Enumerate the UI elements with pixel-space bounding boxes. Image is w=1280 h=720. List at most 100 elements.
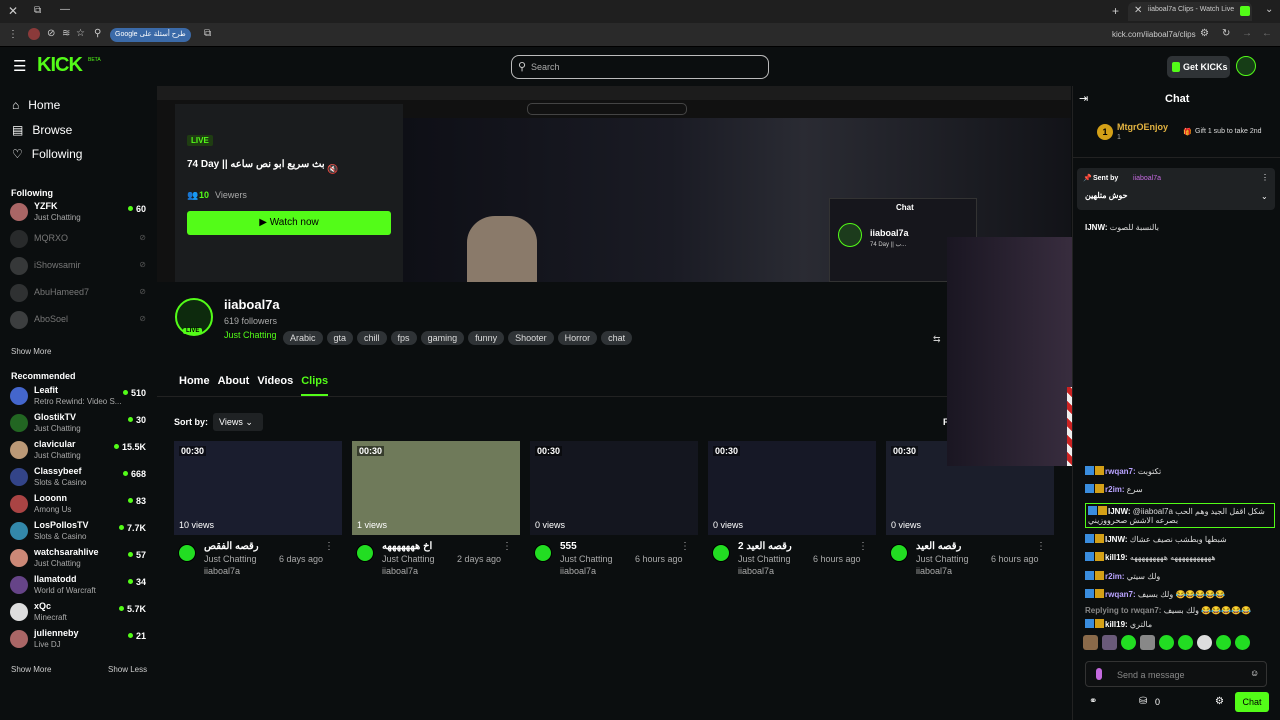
video-player[interactable]: Chat iiaboal7a 74 Day || ب... LIVE 74 Da… — [157, 86, 1071, 282]
chat-username[interactable]: r2im: — [1105, 572, 1125, 581]
url-text[interactable]: kick.com/iiaboal7a/clips — [1112, 30, 1196, 39]
clip-thumbnail[interactable]: 00:30 0 views — [708, 441, 876, 535]
get-kicks-button[interactable]: Get KICKs — [1167, 56, 1230, 78]
emote-icon[interactable] — [1102, 635, 1117, 650]
sort-dropdown[interactable]: Views ⌄ — [213, 413, 263, 431]
recommended-channel[interactable]: watchsarahlive Just Chatting 57 — [10, 546, 152, 572]
channel-category[interactable]: Just Chatting — [224, 330, 277, 340]
clip-category[interactable]: Just Chatting — [738, 554, 791, 564]
emote-icon[interactable] — [1216, 635, 1231, 650]
watch-now-button[interactable]: ▶ Watch now — [187, 211, 391, 235]
emote-icon[interactable] — [1083, 635, 1098, 650]
clip-author-avatar[interactable] — [890, 544, 908, 562]
reload-icon[interactable]: ↻ — [1222, 28, 1230, 39]
channel-tag[interactable]: funny — [468, 331, 505, 345]
minimize-icon[interactable]: — — [60, 4, 70, 15]
more-options-icon[interactable]: ⋮ — [680, 541, 690, 552]
gift-sub-text[interactable]: Gift 1 sub to take 2nd — [1195, 128, 1262, 135]
clip-card[interactable]: 00:30 1 views اخ هههههههه Just Chatting 2 da… — [352, 441, 520, 581]
back-icon[interactable]: ← — [1262, 28, 1272, 39]
extension-icon[interactable]: ⊘ — [47, 28, 55, 39]
chat-username[interactable]: IJNW: — [1108, 507, 1131, 516]
collapse-chat-icon[interactable]: ⇥ — [1079, 92, 1088, 105]
share-icon[interactable]: ⇆ — [933, 334, 941, 345]
following-channel[interactable]: MQRXO ⊘ — [10, 227, 152, 253]
channel-tag[interactable]: fps — [390, 331, 417, 345]
chat-username[interactable]: IJNW: — [1105, 535, 1128, 544]
clip-author-avatar[interactable] — [534, 544, 552, 562]
recommended-channel[interactable]: llamatodd World of Warcraft 34 — [10, 573, 152, 599]
restore-icon[interactable]: ⧉ — [34, 5, 41, 16]
mute-icon[interactable]: 🔇 — [327, 164, 338, 175]
more-options-icon[interactable]: ⋮ — [502, 541, 512, 552]
recommended-channel[interactable]: Classybeef Slots & Casino 668 — [10, 465, 152, 491]
sidebar-nav-browse[interactable]: ▤ Browse — [12, 123, 72, 137]
sidebar-nav-home[interactable]: ⌂ Home — [12, 98, 60, 112]
emote-icon[interactable] — [1121, 635, 1136, 650]
star-icon[interactable]: ☆ — [76, 28, 85, 39]
chevron-down-icon[interactable]: ⌄ — [1261, 192, 1268, 201]
channel-tag[interactable]: chat — [601, 331, 633, 345]
clip-title[interactable]: رقصه الفقص — [204, 541, 259, 552]
recommended-channel[interactable]: GlostikTV Just Chatting 30 — [10, 411, 152, 437]
emote-icon[interactable] — [1159, 635, 1174, 650]
clip-author[interactable]: iiaboal7a — [382, 566, 418, 576]
channel-tag[interactable]: Arabic — [283, 331, 323, 345]
recommended-channel[interactable]: julienneby Live DJ 21 — [10, 627, 152, 653]
emote-icon[interactable] — [1235, 635, 1250, 650]
tab-clips[interactable]: Clips — [301, 375, 329, 396]
clip-thumbnail[interactable]: 00:30 10 views — [174, 441, 342, 535]
points-icon[interactable]: ⚭ — [1089, 696, 1097, 707]
gear-icon[interactable]: ⚙ — [1215, 696, 1224, 707]
clip-title[interactable]: رقصه العيد — [916, 541, 961, 552]
forward-icon[interactable]: → — [1242, 28, 1252, 39]
kick-logo[interactable]: KICK — [37, 54, 83, 77]
chat-send-button[interactable]: Chat — [1235, 692, 1269, 712]
channel-tag[interactable]: Shooter — [508, 331, 554, 345]
sidebar-nav-following[interactable]: ♡ Following — [12, 147, 82, 161]
chat-username[interactable]: Replying to rwqan7: — [1085, 606, 1161, 615]
more-options-icon[interactable]: ⋮ — [1261, 173, 1269, 182]
recommended-channel[interactable]: Leafit Retro Rewind: Video S... 510 — [10, 384, 152, 410]
emote-icon[interactable] — [1178, 635, 1193, 650]
profile-icon[interactable] — [28, 28, 40, 40]
hamburger-menu-icon[interactable]: ☰ — [13, 57, 26, 75]
tab-menu-icon[interactable]: ⌄ — [1265, 4, 1273, 15]
translate-icon[interactable]: ⧉ — [204, 28, 211, 39]
settings-icon[interactable]: ⚙ — [1200, 28, 1209, 39]
coin-icon[interactable]: ⛁ — [1139, 696, 1147, 707]
chat-username[interactable]: rwqan7: — [1105, 590, 1136, 599]
search-bar[interactable]: ⚲ Search — [511, 55, 769, 79]
more-options-icon[interactable]: ⋮ — [1036, 541, 1046, 552]
recommended-channel[interactable]: LosPollosTV Slots & Casino 7.7K — [10, 519, 152, 545]
reader-icon[interactable]: ≋ — [62, 28, 70, 39]
recommended-channel[interactable]: xQc Minecraft 5.7K — [10, 600, 152, 626]
clip-author[interactable]: iiaboal7a — [738, 566, 774, 576]
clip-thumbnail[interactable]: 00:30 1 views — [352, 441, 520, 535]
clip-author-avatar[interactable] — [178, 544, 196, 562]
chat-username[interactable]: r2im: — [1105, 485, 1125, 494]
top-gifter-name[interactable]: MtgrOEnjoy — [1117, 122, 1168, 132]
emote-icon[interactable] — [1140, 635, 1155, 650]
channel-tag[interactable]: gaming — [420, 331, 465, 345]
clip-title[interactable]: اخ هههههههه — [382, 541, 432, 552]
clip-thumbnail[interactable]: 00:30 0 views — [530, 441, 698, 535]
more-options-icon[interactable]: ⋮ — [324, 541, 334, 552]
channel-tag[interactable]: chill — [357, 331, 387, 345]
chat-username[interactable]: IJNW: — [1085, 223, 1108, 232]
clip-author[interactable]: iiaboal7a — [916, 566, 952, 576]
tab-about[interactable]: About — [218, 375, 250, 396]
channel-tag[interactable]: Horror — [557, 331, 598, 345]
clip-author-avatar[interactable] — [356, 544, 374, 562]
emote-icon[interactable] — [1197, 635, 1212, 650]
clip-author[interactable]: iiaboal7a — [560, 566, 596, 576]
chat-input[interactable]: Send a message ☺ — [1085, 661, 1267, 687]
clip-title[interactable]: 555 — [560, 541, 577, 552]
search-icon[interactable]: ⚲ — [94, 28, 101, 39]
pinned-user[interactable]: iiaboal7a — [1133, 175, 1161, 182]
channel-tag[interactable]: gta — [326, 331, 354, 345]
clip-card[interactable]: 00:30 0 views رقصه العيد 2 Just Chatting 6 h… — [708, 441, 876, 581]
new-tab-icon[interactable]: + — [1112, 4, 1119, 18]
chat-username[interactable]: kill19: — [1105, 620, 1128, 629]
clip-title[interactable]: رقصه العيد 2 — [738, 541, 792, 552]
